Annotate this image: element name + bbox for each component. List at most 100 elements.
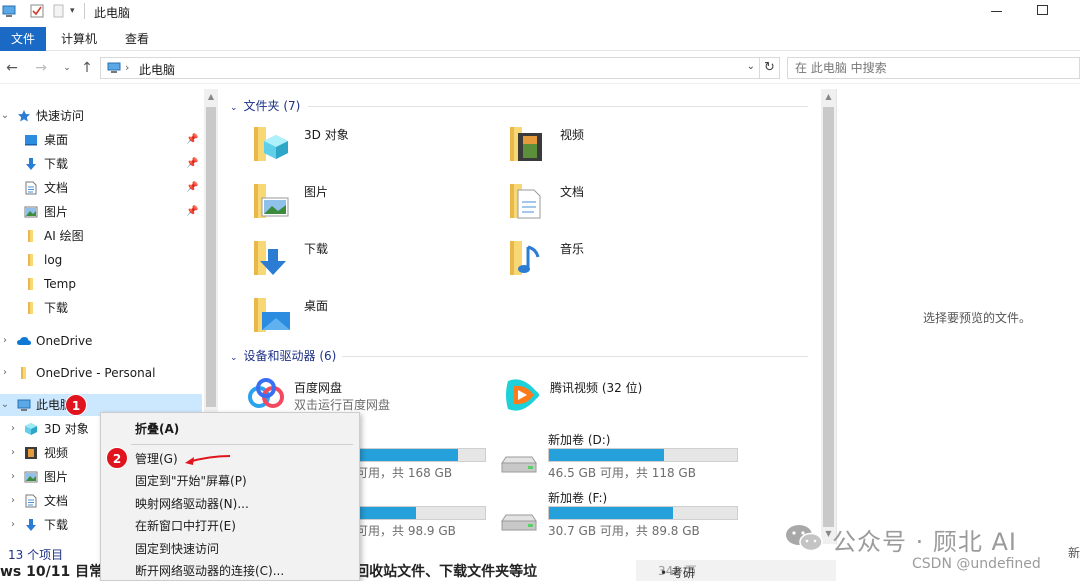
- up-button[interactable]: ↑: [78, 59, 96, 77]
- drive-usage-fill: [549, 449, 664, 461]
- menu-item-collapse[interactable]: 折叠(A): [101, 418, 359, 440]
- trending-item[interactable]: • 考研政治348 万: [648, 562, 697, 580]
- address-dropdown-icon[interactable]: ⌄: [747, 61, 755, 72]
- address-bar[interactable]: › 此电脑 ⌄: [100, 57, 760, 79]
- collapsed-chevron-icon[interactable]: ›: [8, 418, 18, 440]
- this-pc-icon[interactable]: [2, 4, 16, 18]
- group-title: 设备和驱动器 (6): [243, 349, 337, 363]
- minimize-button[interactable]: [974, 0, 1020, 24]
- scroll-up-icon[interactable]: ▲: [821, 92, 836, 101]
- menu-item-disconnect-network-drive[interactable]: 断开网络驱动器的连接(C)...: [101, 560, 359, 581]
- breadcrumb[interactable]: 此电脑: [139, 61, 175, 78]
- nav-onedrive-personal[interactable]: › OneDrive - Personal: [0, 362, 204, 384]
- folder-3d-objects[interactable]: 3D 对象: [248, 119, 488, 171]
- menu-item-open-new-window[interactable]: 在新窗口中打开(E): [101, 515, 359, 537]
- device-name: 百度网盘: [294, 381, 343, 395]
- scroll-up-icon[interactable]: ▲: [204, 92, 218, 101]
- nav-quick-access[interactable]: ⌄ 快速访问: [0, 105, 204, 127]
- tab-file[interactable]: 文件: [0, 27, 46, 51]
- edge-text: 新: [1068, 546, 1080, 560]
- menu-item-pin-quick-access[interactable]: 固定到快速访问: [101, 538, 359, 560]
- document-icon: [25, 494, 37, 508]
- nav-onedrive[interactable]: › OneDrive: [0, 330, 204, 352]
- nav-item-temp[interactable]: Temp: [0, 273, 204, 295]
- folder-label: 音乐: [560, 242, 585, 256]
- drive-usage-bar: [548, 506, 738, 520]
- nav-label: 下载: [44, 301, 69, 315]
- picture-icon: [24, 206, 38, 218]
- group-collapse-icon[interactable]: ⌄: [230, 353, 238, 363]
- tab-view[interactable]: 查看: [114, 27, 160, 51]
- nav-label: 快速访问: [36, 109, 85, 123]
- drive-f[interactable]: 新加卷 (F:) 30.7 GB 可用，共 89.8 GB: [500, 489, 750, 539]
- breadcrumb-chevron-icon[interactable]: ›: [125, 61, 129, 74]
- tab-computer[interactable]: 计算机: [50, 27, 108, 51]
- menu-item-map-network-drive[interactable]: 映射网络驱动器(N)...: [101, 493, 359, 515]
- pin-icon[interactable]: 📌: [186, 129, 198, 151]
- forward-button[interactable]: →: [32, 59, 50, 77]
- content-scrollbar[interactable]: ▲ ▼: [821, 89, 836, 544]
- pin-icon[interactable]: 📌: [186, 153, 198, 175]
- group-header-devices[interactable]: ⌄ 设备和驱动器 (6): [230, 347, 336, 365]
- menu-item-pin-to-start[interactable]: 固定到"开始"屏幕(P): [101, 470, 359, 492]
- folder-desktop[interactable]: 桌面: [248, 290, 488, 342]
- collapsed-chevron-icon[interactable]: ›: [8, 514, 18, 536]
- pin-icon[interactable]: 📌: [186, 201, 198, 223]
- preview-pane: 选择要预览的文件。: [836, 89, 1080, 544]
- folder-icon: [21, 367, 26, 379]
- new-folder-icon[interactable]: [52, 4, 66, 18]
- scrollbar-thumb[interactable]: [206, 107, 216, 407]
- 3d-objects-folder-icon: [254, 127, 288, 161]
- group-collapse-icon[interactable]: ⌄: [230, 103, 238, 113]
- context-menu: 折叠(A) 管理(G) 固定到"开始"屏幕(P) 映射网络驱动器(N)... 在…: [100, 412, 360, 581]
- group-header-folders[interactable]: ⌄ 文件夹 (7): [230, 97, 300, 115]
- customize-quick-access-icon[interactable]: ▾: [70, 4, 84, 18]
- pin-icon[interactable]: 📌: [186, 177, 198, 199]
- nav-label: 图片: [44, 205, 69, 219]
- folder-label: 图片: [304, 185, 329, 199]
- drive-usage-fill: [549, 507, 674, 519]
- expanded-chevron-icon[interactable]: ⌄: [0, 105, 10, 127]
- device-tencent-video[interactable]: 腾讯视频 (32 位): [502, 375, 752, 425]
- device-subtext: 双击运行百度网盘: [294, 398, 391, 412]
- nav-label: OneDrive - Personal: [36, 366, 156, 380]
- recent-locations-button[interactable]: ⌄: [58, 59, 76, 77]
- back-button[interactable]: ←: [3, 59, 21, 77]
- collapsed-chevron-icon[interactable]: ›: [8, 490, 18, 512]
- watermark-text: 公众号 · 顾北 AI: [832, 528, 1018, 556]
- this-pc-icon: [107, 62, 121, 73]
- nav-item-download-folder[interactable]: 下载: [0, 297, 204, 319]
- nav-label: 下载: [44, 157, 69, 171]
- properties-icon[interactable]: [30, 4, 44, 18]
- scrollbar-thumb[interactable]: [823, 107, 834, 527]
- collapsed-chevron-icon[interactable]: ›: [0, 362, 10, 384]
- nav-item-ai-drawing[interactable]: AI 绘图: [0, 225, 204, 247]
- folder-label: 文档: [560, 185, 585, 199]
- folder-label: 视频: [560, 128, 585, 142]
- folder-documents[interactable]: 文档: [504, 176, 744, 228]
- maximize-button[interactable]: [1020, 0, 1066, 24]
- collapsed-chevron-icon[interactable]: ›: [8, 466, 18, 488]
- refresh-button[interactable]: ↻: [760, 57, 780, 79]
- nav-label: OneDrive: [36, 334, 93, 348]
- search-input[interactable]: [788, 58, 1079, 78]
- nav-item-downloads[interactable]: 下载 📌: [0, 153, 204, 175]
- nav-item-documents[interactable]: 文档 📌: [0, 177, 204, 199]
- folder-videos[interactable]: 视频: [504, 119, 744, 171]
- collapsed-chevron-icon[interactable]: ›: [8, 442, 18, 464]
- nav-label: 下载: [44, 518, 69, 532]
- sidebar-trending: • 考研政治348 万: [636, 560, 836, 581]
- folder-downloads[interactable]: 下载: [248, 233, 488, 285]
- expanded-chevron-icon[interactable]: ⌄: [0, 394, 10, 416]
- nav-item-pictures[interactable]: 图片 📌: [0, 201, 204, 223]
- drive-free-text: 可用，共 98.9 GB: [356, 524, 456, 538]
- drive-d[interactable]: 新加卷 (D:) 46.5 GB 可用，共 118 GB: [500, 431, 750, 481]
- folder-music[interactable]: 音乐: [504, 233, 744, 285]
- search-box[interactable]: [787, 57, 1080, 79]
- collapsed-chevron-icon[interactable]: ›: [0, 330, 10, 352]
- folder-pictures[interactable]: 图片: [248, 176, 488, 228]
- nav-item-log[interactable]: log: [0, 249, 204, 271]
- nav-item-desktop[interactable]: 桌面 📌: [0, 129, 204, 151]
- annotation-arrow-icon: [185, 455, 231, 465]
- drive-name: 新加卷 (F:): [548, 491, 608, 505]
